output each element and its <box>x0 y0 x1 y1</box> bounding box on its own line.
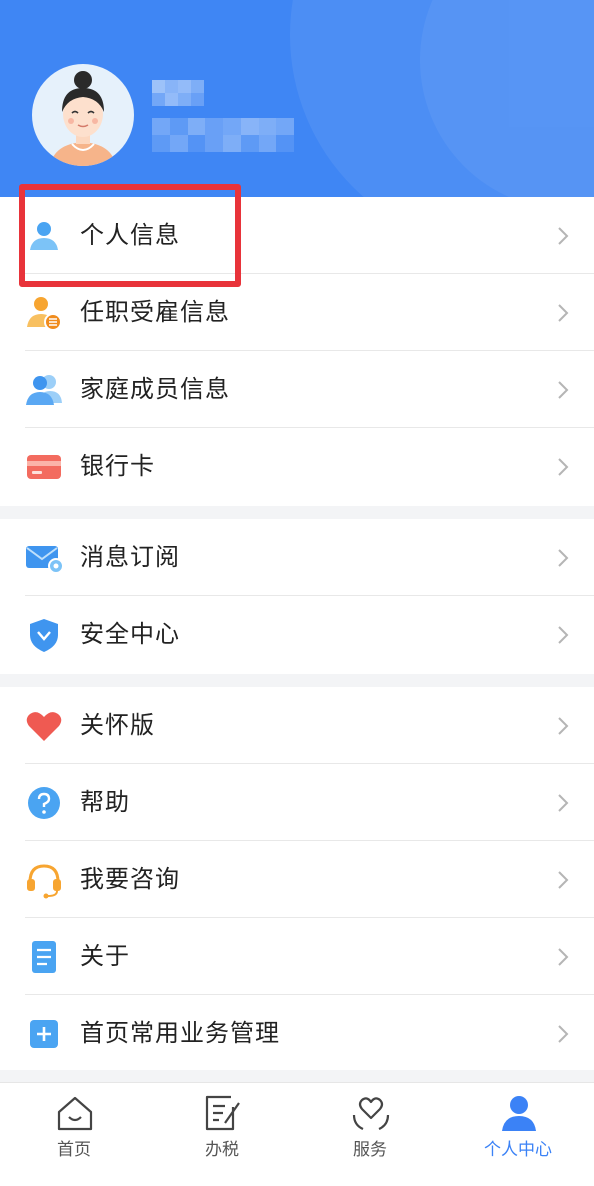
menu-item-label: 银行卡 <box>80 452 155 480</box>
menu-item-label: 关怀版 <box>80 711 155 739</box>
blur-pixel <box>165 93 178 106</box>
blur-pixel <box>191 80 204 93</box>
shield-icon <box>24 615 64 655</box>
user-phone-blurred <box>152 118 294 152</box>
home-icon <box>55 1093 95 1133</box>
document-icon <box>24 937 64 977</box>
menu-item-security-center[interactable]: 安全中心 <box>0 596 594 673</box>
tab-personal-center[interactable]: 个人中心 <box>458 1083 578 1186</box>
service-heart-icon <box>351 1093 391 1133</box>
menu-item-label: 安全中心 <box>80 620 180 648</box>
tab-label: 服务 <box>353 1140 387 1160</box>
blur-pixel <box>152 80 165 93</box>
chevron-right-icon <box>553 945 573 969</box>
chevron-right-icon <box>553 301 573 325</box>
chevron-right-icon <box>553 455 573 479</box>
blur-pixel <box>223 135 241 152</box>
blur-pixel <box>152 93 165 106</box>
bottom-tab-bar: 首页 办税 服务 个人中心 <box>0 1082 594 1186</box>
tab-label: 个人中心 <box>484 1140 552 1160</box>
tab-label: 办税 <box>205 1140 239 1160</box>
employment-icon <box>24 293 64 333</box>
blur-pixel <box>205 118 223 135</box>
menu-item-label: 我要咨询 <box>80 865 180 893</box>
menu-item-label: 关于 <box>80 942 130 970</box>
menu-item-message-subscription[interactable]: 消息订阅 <box>0 519 594 596</box>
blur-pixel <box>205 135 223 152</box>
tab-service[interactable]: 服务 <box>310 1083 430 1186</box>
menu-item-bank-card[interactable]: 银行卡 <box>0 428 594 505</box>
blur-pixel <box>187 118 206 135</box>
menu-item-label: 帮助 <box>80 788 130 816</box>
blur-pixel <box>187 135 206 152</box>
blur-pixel <box>165 80 178 93</box>
menu-item-care-mode[interactable]: 关怀版 <box>0 687 594 764</box>
menu-item-about[interactable]: 关于 <box>0 918 594 995</box>
plus-square-icon <box>24 1014 64 1054</box>
blur-pixel <box>178 80 191 93</box>
family-icon <box>24 370 64 410</box>
menu-group-general: 关怀版 帮助 我要咨询 关于 首页常用业务管理 <box>0 687 594 1070</box>
blur-pixel <box>152 118 170 135</box>
chevron-right-icon <box>553 378 573 402</box>
mail-settings-icon <box>24 538 64 578</box>
person-icon <box>499 1093 539 1133</box>
blur-pixel <box>258 135 277 152</box>
menu-item-home-business-management[interactable]: 首页常用业务管理 <box>0 995 594 1072</box>
chevron-right-icon <box>553 546 573 570</box>
blur-pixel <box>169 135 188 152</box>
chevron-right-icon <box>553 714 573 738</box>
chevron-right-icon <box>553 1022 573 1046</box>
blur-pixel <box>169 118 188 135</box>
help-icon <box>24 783 64 823</box>
menu-item-help[interactable]: 帮助 <box>0 764 594 841</box>
blur-pixel <box>240 118 259 135</box>
blur-pixel <box>240 135 259 152</box>
tab-home[interactable]: 首页 <box>14 1083 134 1186</box>
user-name-blurred <box>152 80 204 106</box>
blur-pixel <box>223 118 241 135</box>
blur-pixel <box>276 135 294 152</box>
blur-pixel <box>191 93 204 106</box>
bank-card-icon <box>24 447 64 487</box>
profile-header <box>0 0 594 197</box>
menu-item-consult[interactable]: 我要咨询 <box>0 841 594 918</box>
tab-tax[interactable]: 办税 <box>162 1083 282 1186</box>
chevron-right-icon <box>553 623 573 647</box>
blur-pixel <box>178 93 191 106</box>
headset-icon <box>24 860 64 900</box>
avatar[interactable] <box>32 64 134 166</box>
chevron-right-icon <box>553 224 573 248</box>
blur-pixel <box>276 118 294 135</box>
heart-icon <box>24 706 64 746</box>
highlight-box <box>19 184 241 287</box>
tab-label: 首页 <box>57 1140 91 1160</box>
blur-pixel <box>152 135 170 152</box>
menu-item-label: 家庭成员信息 <box>80 375 230 403</box>
chevron-right-icon <box>553 868 573 892</box>
menu-item-label: 消息订阅 <box>80 543 180 571</box>
menu-group-account: 消息订阅 安全中心 <box>0 519 594 674</box>
chevron-right-icon <box>553 791 573 815</box>
menu-item-label: 首页常用业务管理 <box>80 1019 280 1047</box>
tax-form-icon <box>203 1093 243 1133</box>
blur-pixel <box>258 118 277 135</box>
menu-item-family-info[interactable]: 家庭成员信息 <box>0 351 594 428</box>
